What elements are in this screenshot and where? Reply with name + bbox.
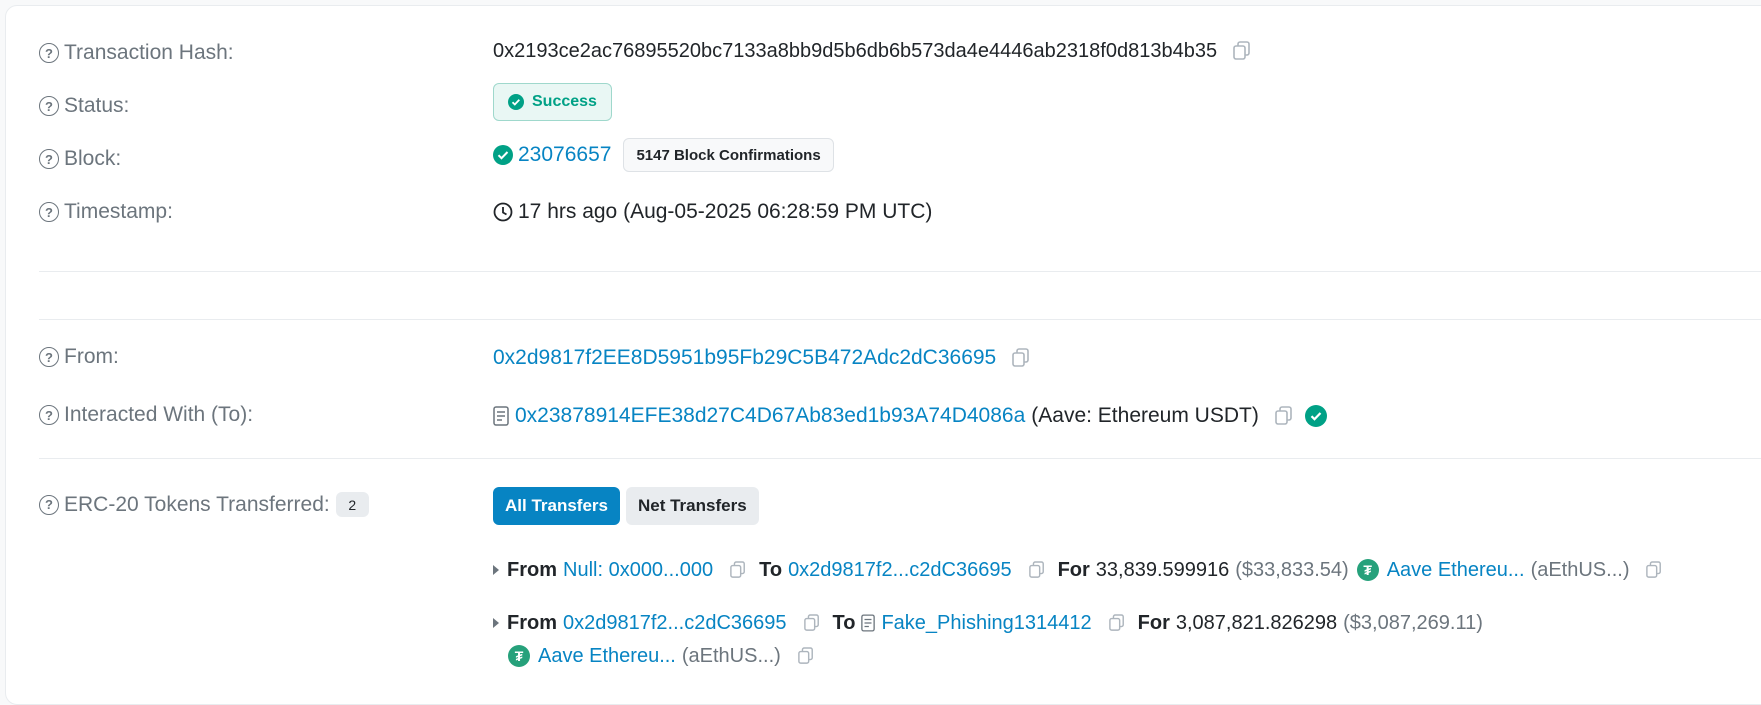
transfer-row: From 0x2d9817f2...c2dC36695 To Fake_Phis… xyxy=(493,608,1483,638)
transfer-usd-value: ($3,087,269.11) xyxy=(1343,611,1483,634)
help-icon[interactable]: ? xyxy=(39,43,59,63)
token-symbol: (aEthUS...) xyxy=(681,644,781,667)
copy-icon[interactable] xyxy=(795,645,817,667)
tab-all-transfers[interactable]: All Transfers xyxy=(493,487,620,525)
help-icon[interactable]: ? xyxy=(39,96,59,116)
hash-label: ? Transaction Hash: xyxy=(39,41,234,65)
transfer-to-link[interactable]: 0x2d9817f2...c2dC36695 xyxy=(788,559,1012,582)
from-label: ? From: xyxy=(39,345,119,369)
copy-icon[interactable] xyxy=(727,559,749,581)
help-icon[interactable]: ? xyxy=(39,149,59,169)
for-keyword: For xyxy=(1057,558,1090,581)
erc20-label: ? ERC-20 Tokens Transferred: 2 xyxy=(39,492,369,517)
verified-check-icon xyxy=(1304,405,1327,427)
timestamp-label: ? Timestamp: xyxy=(39,200,173,224)
contract-file-icon xyxy=(861,614,876,632)
copy-icon[interactable] xyxy=(1643,559,1665,581)
divider xyxy=(39,458,1761,459)
divider xyxy=(39,319,1761,320)
status-badge: Success xyxy=(493,83,612,121)
transfer-from-link[interactable]: 0x2d9817f2...c2dC36695 xyxy=(563,612,787,635)
tether-token-icon: ₮ xyxy=(1356,559,1379,581)
transfer-tabs: All Transfers Net Transfers xyxy=(493,487,765,525)
status-value: Success xyxy=(493,83,612,121)
transfer-usd-value: ($33,833.54) xyxy=(1235,558,1349,581)
help-icon[interactable]: ? xyxy=(39,202,59,222)
copy-icon[interactable] xyxy=(1026,559,1048,581)
transfer-amount: 3,087,821.826298 xyxy=(1175,611,1338,634)
check-circle-icon xyxy=(493,145,513,165)
to-label: ? Interacted With (To): xyxy=(39,403,253,427)
transfer-from-link[interactable]: Null: 0x000...000 xyxy=(563,559,713,582)
from-keyword: From xyxy=(507,611,557,634)
expand-caret-icon[interactable] xyxy=(493,565,499,575)
check-circle-icon xyxy=(508,94,524,110)
token-name-link[interactable]: Aave Ethereu... xyxy=(1387,559,1525,582)
block-label: ? Block: xyxy=(39,147,121,171)
clock-icon xyxy=(493,202,513,222)
help-icon[interactable]: ? xyxy=(39,494,59,515)
timestamp-value: 17 hrs ago (Aug-05-2025 06:28:59 PM UTC) xyxy=(493,197,932,227)
copy-icon[interactable] xyxy=(801,612,823,634)
transfer-token-line: ₮ Aave Ethereu... (aEthUS...) xyxy=(508,641,817,671)
copy-icon[interactable] xyxy=(1106,612,1128,634)
copy-icon[interactable] xyxy=(1273,405,1295,427)
to-keyword: To xyxy=(759,558,783,581)
help-icon[interactable]: ? xyxy=(39,347,59,367)
token-symbol: (aEthUS...) xyxy=(1530,558,1630,581)
hash-value: 0x2193ce2ac76895520bc7133a8bb9d5b6db6b57… xyxy=(493,36,1253,66)
expand-caret-icon[interactable] xyxy=(493,618,499,628)
transfer-row: From Null: 0x000...000 To 0x2d9817f2...c… xyxy=(493,555,1665,585)
for-keyword: For xyxy=(1137,611,1170,634)
copy-icon[interactable] xyxy=(1010,347,1032,369)
block-value: 23076657 5147 Block Confirmations xyxy=(493,138,834,172)
transaction-hash: 0x2193ce2ac76895520bc7133a8bb9d5b6db6b57… xyxy=(493,39,1218,62)
transaction-details-card: ? Transaction Hash: 0x2193ce2ac76895520b… xyxy=(5,5,1761,705)
help-icon[interactable]: ? xyxy=(39,405,59,425)
block-number-link[interactable]: 23076657 xyxy=(518,143,611,167)
token-name-link[interactable]: Aave Ethereu... xyxy=(538,645,676,668)
status-label: ? Status: xyxy=(39,94,129,118)
erc20-count-badge: 2 xyxy=(335,492,369,517)
to-address-link[interactable]: 0x23878914EFE38d27C4D67Ab83ed1b93A74D408… xyxy=(515,404,1025,428)
divider xyxy=(39,271,1761,272)
contract-file-icon xyxy=(493,406,509,426)
copy-icon[interactable] xyxy=(1231,40,1253,62)
to-value: 0x23878914EFE38d27C4D67Ab83ed1b93A74D408… xyxy=(493,401,1327,431)
transfer-to-link[interactable]: Fake_Phishing1314412 xyxy=(881,612,1091,635)
to-contract-name: (Aave: Ethereum USDT) xyxy=(1031,404,1259,427)
to-keyword: To xyxy=(832,611,856,634)
tether-token-icon: ₮ xyxy=(508,645,530,667)
transfer-amount: 33,839.599916 xyxy=(1095,558,1230,581)
from-address-link[interactable]: 0x2d9817f2EE8D5951b95Fb29C5B472Adc2dC366… xyxy=(493,346,996,370)
confirmations-badge: 5147 Block Confirmations xyxy=(623,138,834,172)
from-keyword: From xyxy=(507,558,557,581)
from-value: 0x2d9817f2EE8D5951b95Fb29C5B472Adc2dC366… xyxy=(493,343,1032,373)
tab-net-transfers[interactable]: Net Transfers xyxy=(626,487,759,525)
